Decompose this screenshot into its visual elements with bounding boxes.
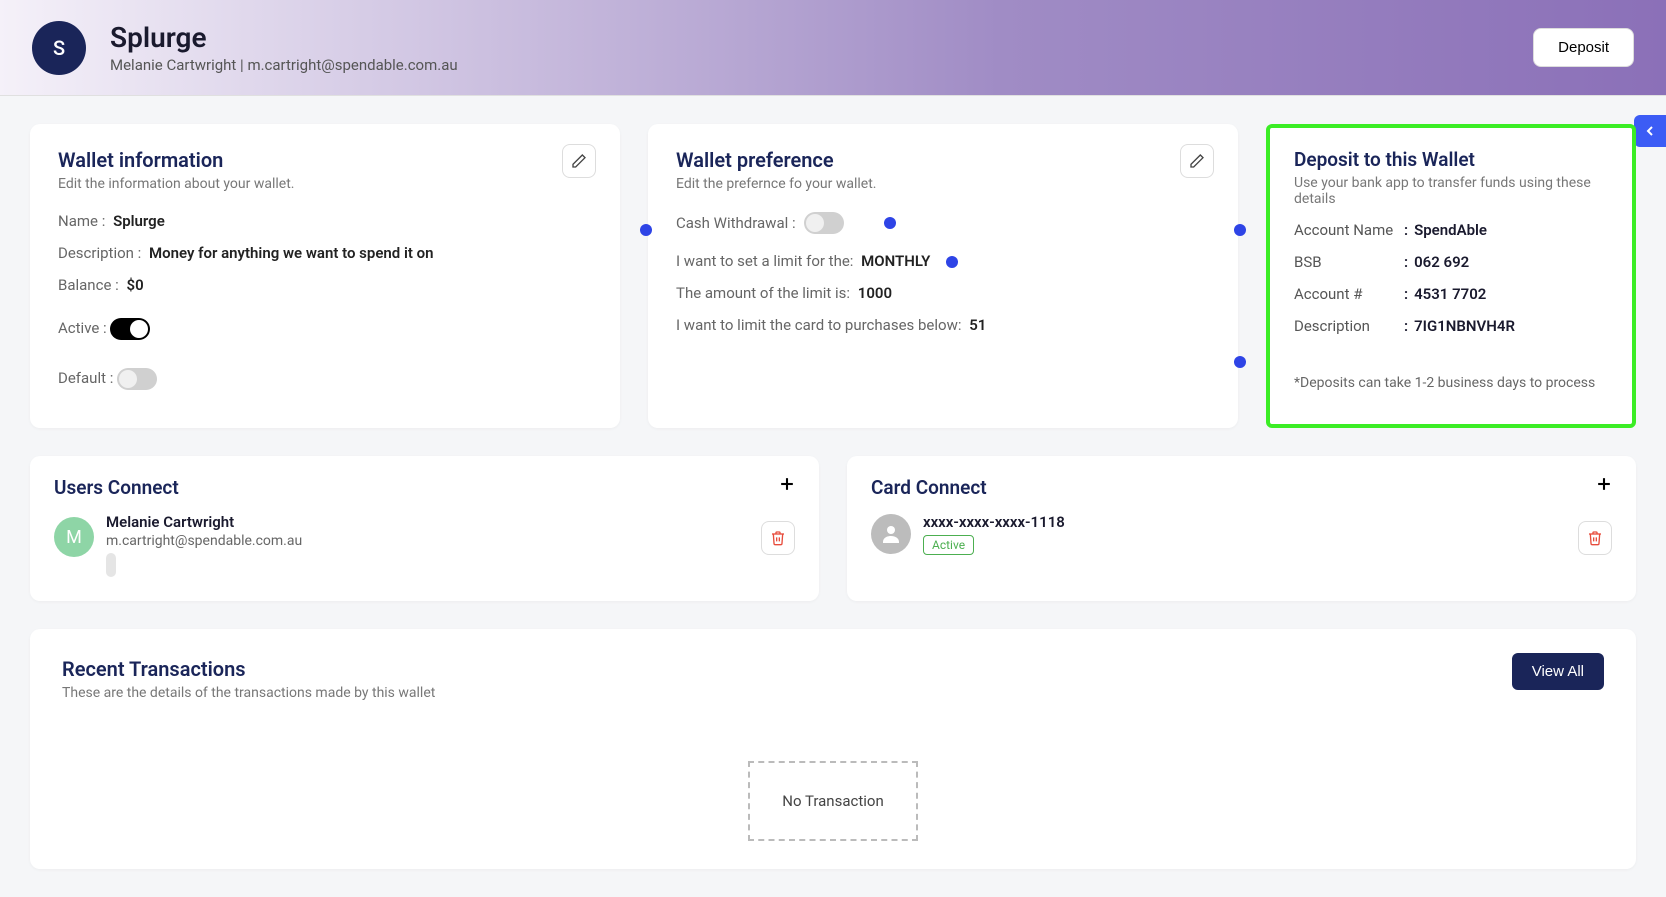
user-item: M Melanie Cartwright m.cartright@spendab… <box>54 513 795 581</box>
indicator-dot <box>640 224 652 236</box>
plus-icon <box>777 474 797 494</box>
person-icon <box>879 522 903 546</box>
colon: : <box>1404 253 1408 271</box>
trash-icon <box>770 530 786 546</box>
cash-withdrawal-label: Cash Withdrawal : <box>676 214 796 232</box>
header-text-block: Splurge Melanie Cartwright | m.cartright… <box>110 21 458 74</box>
balance-value: $0 <box>127 276 144 294</box>
colon: : <box>1404 221 1408 239</box>
view-all-button[interactable]: View All <box>1512 653 1604 690</box>
user-avatar: M <box>54 517 94 557</box>
user-name: Melanie Cartwright <box>106 513 302 531</box>
default-toggle[interactable] <box>117 368 157 390</box>
name-value: Splurge <box>113 212 165 230</box>
wallet-pref-title: Wallet preference <box>676 148 1210 172</box>
limit-label: I want to set a limit for the: <box>676 252 853 270</box>
bsb-value: 062 692 <box>1414 253 1469 271</box>
wallet-pref-subtitle: Edit the prefernce fo your wallet. <box>676 176 1210 192</box>
drag-handle[interactable] <box>106 553 116 577</box>
card-number: xxxx-xxxx-xxxx-1118 <box>923 513 1065 531</box>
pencil-icon <box>571 153 587 169</box>
transactions-subtitle: These are the details of the transaction… <box>62 685 1604 701</box>
indicator-dot <box>946 256 958 268</box>
plus-icon <box>1594 474 1614 494</box>
page-subtitle: Melanie Cartwright | m.cartright@spendab… <box>110 56 458 74</box>
colon: : <box>1404 317 1408 335</box>
transactions-title: Recent Transactions <box>62 657 1604 681</box>
account-num-value: 4531 7702 <box>1414 285 1486 303</box>
wallet-info-subtitle: Edit the information about your wallet. <box>58 176 592 192</box>
cash-withdrawal-toggle[interactable] <box>804 212 844 234</box>
account-num-label: Account # <box>1294 285 1404 303</box>
indicator-dot <box>1234 224 1246 236</box>
amount-value: 1000 <box>858 284 892 302</box>
amount-label: The amount of the limit is: <box>676 284 850 302</box>
card-status-badge: Active <box>923 535 974 555</box>
limit-value: MONTHLY <box>861 252 930 270</box>
deposit-title: Deposit to this Wallet <box>1294 148 1608 171</box>
user-email: m.cartright@spendable.com.au <box>106 533 302 549</box>
account-name-label: Account Name <box>1294 221 1404 239</box>
deposit-panel: Deposit to this Wallet Use your bank app… <box>1266 124 1636 428</box>
deposit-desc-label: Description <box>1294 317 1404 335</box>
active-toggle[interactable] <box>110 318 150 340</box>
purchase-value: 51 <box>969 316 986 334</box>
page-title: Splurge <box>110 21 458 54</box>
card-item: xxxx-xxxx-xxxx-1118 Active <box>871 513 1612 555</box>
deposit-note: *Deposits can take 1-2 business days to … <box>1294 375 1608 391</box>
purchase-label: I want to limit the card to purchases be… <box>676 316 961 334</box>
desc-label: Description : <box>58 244 141 262</box>
add-card-button[interactable] <box>1594 474 1614 494</box>
name-label: Name : <box>58 212 105 230</box>
pencil-icon <box>1189 153 1205 169</box>
wallet-avatar: S <box>32 21 86 75</box>
delete-user-button[interactable] <box>761 521 795 555</box>
indicator-dot <box>1234 356 1246 368</box>
balance-label: Balance : <box>58 276 119 294</box>
users-connect-card: Users Connect M Melanie Cartwright m.car… <box>30 456 819 601</box>
bsb-label: BSB <box>1294 253 1404 271</box>
default-label: Default : <box>58 369 113 387</box>
wallet-info-title: Wallet information <box>58 148 592 172</box>
add-user-button[interactable] <box>777 474 797 494</box>
wallet-information-card: Wallet information Edit the information … <box>30 124 620 428</box>
edit-wallet-pref-button[interactable] <box>1180 144 1214 178</box>
indicator-dot <box>884 217 896 229</box>
wallet-preference-card: Wallet preference Edit the prefernce fo … <box>648 124 1238 428</box>
users-connect-title: Users Connect <box>54 476 795 499</box>
deposit-desc-value: 7IG1NBNVH4R <box>1414 317 1515 335</box>
delete-card-button[interactable] <box>1578 521 1612 555</box>
deposit-button[interactable]: Deposit <box>1533 28 1634 67</box>
card-avatar <box>871 514 911 554</box>
deposit-subtitle: Use your bank app to transfer funds usin… <box>1294 175 1608 207</box>
edit-wallet-info-button[interactable] <box>562 144 596 178</box>
colon: : <box>1404 285 1408 303</box>
account-name-value: SpendAble <box>1414 221 1487 239</box>
header-bar: S Splurge Melanie Cartwright | m.cartrig… <box>0 0 1666 96</box>
trash-icon <box>1587 530 1603 546</box>
card-connect-card: Card Connect xxxx-xxxx-xxxx-1118 Active <box>847 456 1636 601</box>
card-connect-title: Card Connect <box>871 476 1612 499</box>
recent-transactions-card: Recent Transactions These are the detail… <box>30 629 1636 869</box>
active-label: Active : <box>58 319 107 337</box>
desc-value: Money for anything we want to spend it o… <box>149 244 433 262</box>
no-transaction-placeholder: No Transaction <box>748 761 918 841</box>
